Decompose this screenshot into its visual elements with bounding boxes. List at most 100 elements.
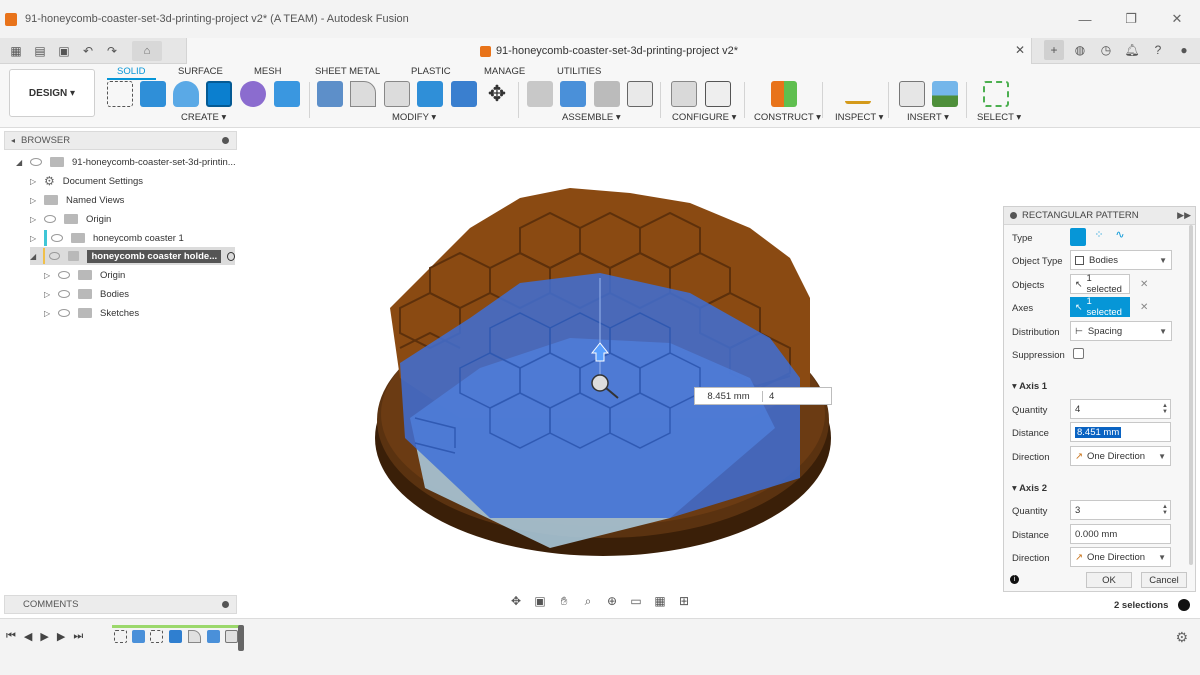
help-icon[interactable]: ? (1148, 40, 1168, 60)
expand-dialog-icon[interactable]: ▶▶ (1177, 210, 1191, 221)
distance-dimension-field[interactable]: 8.451 mm (695, 390, 763, 402)
visibility-eye-icon[interactable] (51, 234, 63, 242)
timeline-combine-icon[interactable] (207, 630, 220, 643)
rectangular-type-icon[interactable] (1070, 228, 1086, 246)
axis2-direction-dropdown[interactable]: ↗ One Direction ▼ (1070, 547, 1171, 567)
timeline-sketch-icon[interactable] (114, 630, 127, 643)
construct-plane-icon[interactable] (771, 81, 797, 107)
data-panel-icon[interactable]: ◍ (1070, 40, 1090, 60)
axis1-section-header[interactable]: ▾ Axis 1 (1012, 381, 1047, 392)
comments-pin-icon[interactable] (222, 601, 229, 608)
fillet-icon[interactable] (350, 81, 376, 107)
collapse-triangle-icon[interactable]: ◂ (11, 136, 15, 145)
hidden-eye-icon[interactable] (44, 215, 56, 223)
as-built-joint-icon[interactable] (594, 81, 620, 107)
tab-utilities[interactable]: UTILITIES (557, 66, 601, 77)
create-sketch-icon[interactable] (107, 81, 133, 107)
collapse-triangle-icon[interactable]: ◢ (30, 252, 37, 261)
go-to-end-icon[interactable]: ⏭ (73, 630, 83, 643)
distribution-dropdown[interactable]: ⊢ Spacing ▼ (1070, 321, 1172, 341)
maximize-button[interactable]: ❐ (1108, 11, 1154, 27)
inspect-group-label[interactable]: INSPECT ▾ (835, 112, 883, 123)
grid-settings-icon[interactable]: ▦ (652, 594, 668, 609)
dialog-header[interactable]: RECTANGULAR PATTERN ▶▶ (1004, 207, 1195, 225)
axes-selection-field[interactable]: ↖ 1 selected (1070, 296, 1130, 318)
tab-surface[interactable]: SURFACE (178, 66, 223, 77)
visibility-eye-icon[interactable] (30, 158, 42, 166)
quantity-stepper[interactable]: ▲ ▼ (1160, 501, 1170, 519)
select-icon[interactable] (983, 81, 1009, 107)
suppression-checkbox[interactable] (1073, 348, 1084, 359)
info-icon[interactable]: i (1010, 575, 1019, 584)
minimize-button[interactable]: — (1062, 12, 1108, 27)
browser-item-origin[interactable]: ▷ Origin (30, 210, 111, 228)
chamfer-icon[interactable] (384, 81, 410, 107)
visibility-eye-icon[interactable] (58, 290, 70, 298)
browser-item-root[interactable]: ◢ 91-honeycomb-coaster-set-3d-printin... (16, 153, 236, 171)
axis1-distance-input[interactable]: 8.451 mm (1070, 422, 1171, 442)
insert-derive-icon[interactable] (899, 81, 925, 107)
file-menu-icon[interactable]: ▤ (30, 41, 50, 61)
configure-group-label[interactable]: CONFIGURE ▾ (672, 112, 736, 123)
honeycomb-coaster-model[interactable] (370, 188, 840, 568)
browser-item-bodies[interactable]: ▷ Bodies (44, 285, 129, 303)
user-avatar-icon[interactable]: ● (1174, 40, 1194, 60)
timeline-fillet-icon[interactable] (188, 630, 201, 643)
orbit-icon[interactable]: ✥ (508, 594, 524, 609)
joint-icon[interactable] (560, 81, 586, 107)
timeline-track[interactable] (112, 625, 246, 651)
extrude-icon[interactable] (140, 81, 166, 107)
insert-group-label[interactable]: INSERT ▾ (907, 112, 949, 123)
tab-plastic[interactable]: PLASTIC (411, 66, 451, 77)
form-icon[interactable] (240, 81, 266, 107)
hidden-eye-icon[interactable] (58, 309, 70, 317)
construct-group-label[interactable]: CONSTRUCT ▾ (754, 112, 821, 123)
fit-icon[interactable]: ⊕ (604, 594, 620, 609)
move-icon[interactable]: ✥ (484, 81, 510, 107)
browser-item-sketches[interactable]: ▷ Sketches (44, 304, 139, 322)
quantity-stepper[interactable]: ▲ ▼ (1160, 400, 1170, 418)
zoom-icon[interactable]: ⌕ (580, 594, 596, 609)
axis2-section-header[interactable]: ▾ Axis 2 (1012, 483, 1047, 494)
expand-triangle-icon[interactable]: ▷ (30, 196, 38, 205)
tab-sheet-metal[interactable]: SHEET METAL (315, 66, 380, 77)
objects-selection-field[interactable]: ↖ 1 selected (1070, 273, 1130, 295)
path-type-icon[interactable]: ∿ (1112, 228, 1128, 246)
browser-item-component-coaster[interactable]: ▷ honeycomb coaster 1 (30, 229, 184, 247)
collapse-triangle-icon[interactable]: ◢ (16, 158, 24, 167)
timeline-sketch-icon[interactable] (150, 630, 163, 643)
quantity-dimension-field[interactable]: 4 (763, 391, 774, 402)
tab-mesh[interactable]: MESH (254, 66, 281, 77)
expand-triangle-icon[interactable]: ▷ (30, 177, 38, 186)
ok-button[interactable]: OK (1086, 572, 1132, 588)
measure-icon[interactable] (845, 86, 871, 104)
close-tab-icon[interactable]: ✕ (1015, 43, 1025, 57)
go-to-start-icon[interactable]: ⏮ (6, 630, 16, 643)
visibility-eye-icon[interactable] (49, 252, 60, 260)
expand-triangle-icon[interactable]: ▷ (44, 309, 52, 318)
tab-solid[interactable]: SOLID (107, 66, 155, 80)
grid-menu-icon[interactable]: ▦ (6, 41, 26, 61)
browser-pin-icon[interactable] (222, 137, 229, 144)
job-status-icon[interactable]: ◷ (1096, 40, 1116, 60)
assemble-group-label[interactable]: ASSEMBLE ▾ (562, 112, 621, 123)
axis1-quantity-input[interactable]: 4 ▲ ▼ (1070, 399, 1171, 419)
box-icon[interactable] (274, 81, 300, 107)
create-group-label[interactable]: CREATE ▾ (181, 112, 226, 123)
timeline-marker[interactable] (238, 625, 244, 651)
hidden-eye-icon[interactable] (58, 271, 70, 279)
select-group-label[interactable]: SELECT ▾ (977, 112, 1021, 123)
axis1-direction-dropdown[interactable]: ↗ One Direction ▼ (1070, 446, 1171, 466)
expand-triangle-icon[interactable]: ▷ (44, 271, 52, 280)
redo-icon[interactable]: ↷ (102, 41, 122, 61)
combine-icon[interactable] (451, 81, 477, 107)
insert-canvas-icon[interactable] (932, 81, 958, 107)
document-tab[interactable]: 91-honeycomb-coaster-set-3d-printing-pro… (186, 38, 1032, 64)
bill-of-materials-icon[interactable] (627, 81, 653, 107)
modify-group-label[interactable]: MODIFY ▾ (392, 112, 436, 123)
clear-axes-icon[interactable]: ✕ (1140, 302, 1148, 313)
configuration-table-icon[interactable] (705, 81, 731, 107)
timeline-pattern-icon[interactable] (225, 630, 238, 643)
display-settings-icon[interactable]: ▭ (628, 594, 644, 609)
expand-triangle-icon[interactable]: ▷ (30, 234, 38, 243)
